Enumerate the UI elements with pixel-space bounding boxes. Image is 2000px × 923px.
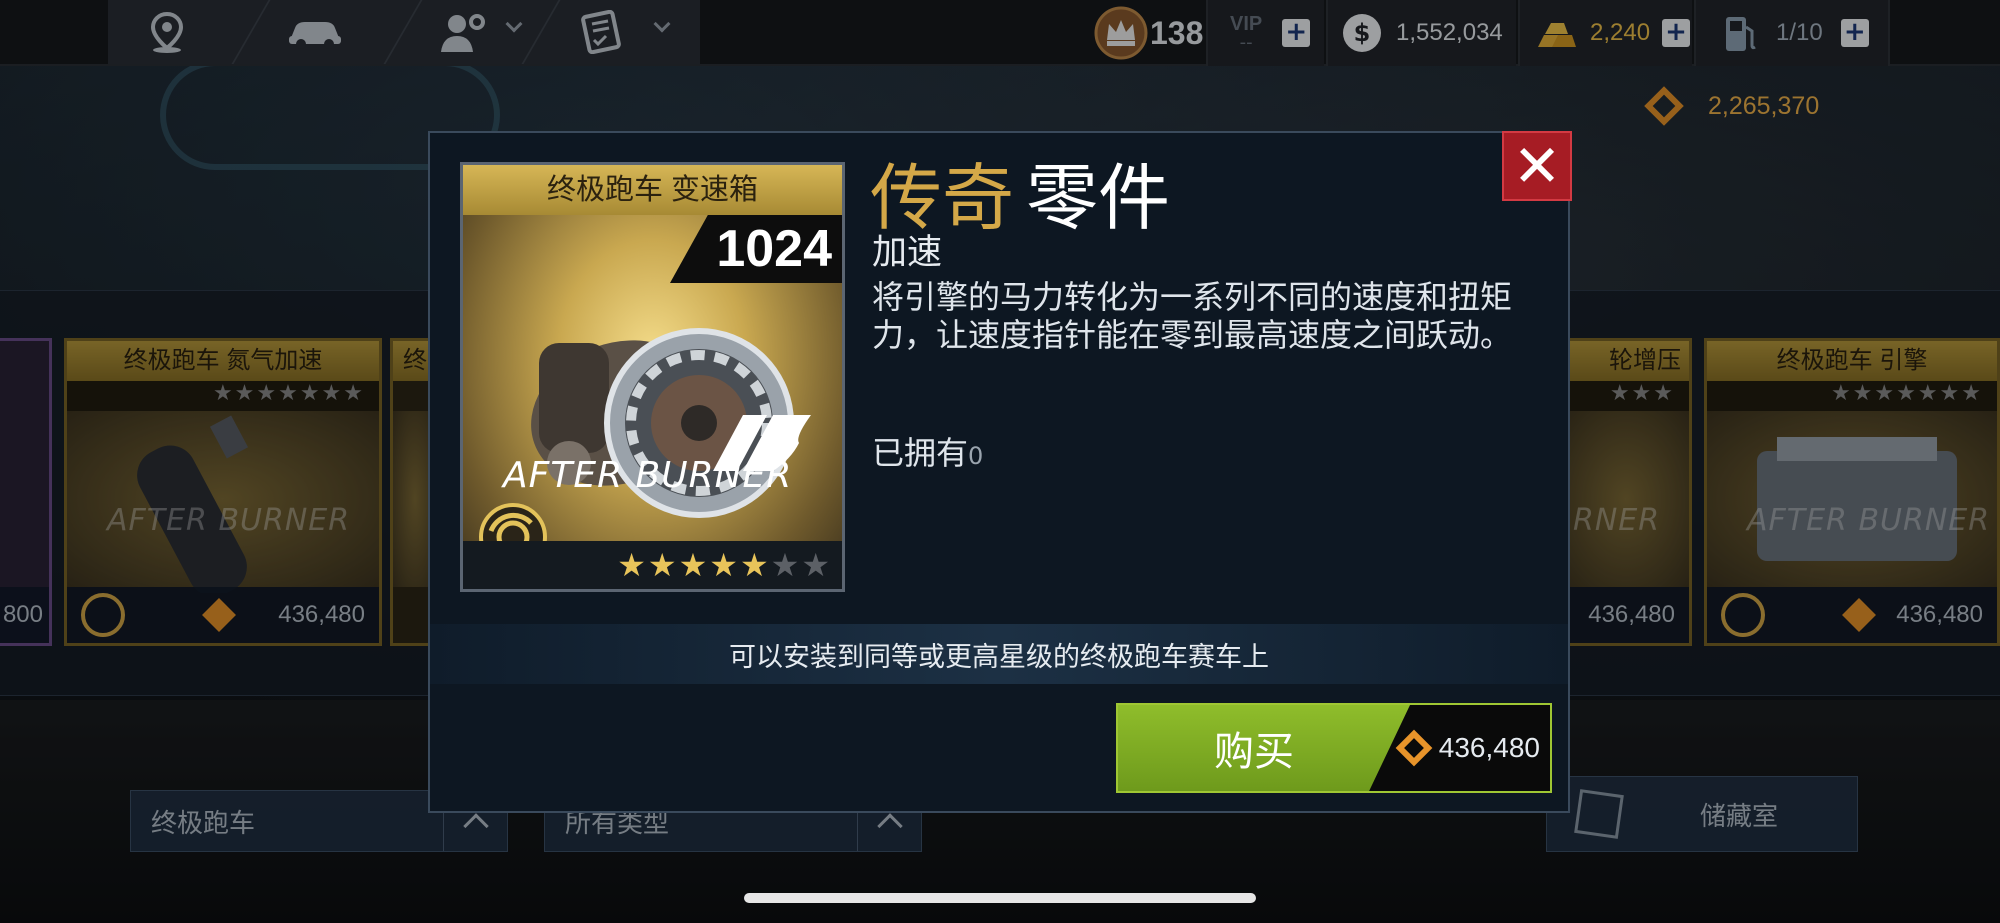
- star-filled-icon: ★: [617, 546, 648, 584]
- compatibility-note: 可以安装到同等或更高星级的终极跑车赛车上: [430, 624, 1568, 684]
- star-empty-icon: ★: [770, 546, 802, 584]
- home-indicator[interactable]: [744, 893, 1256, 903]
- star-filled-icon: ★: [739, 546, 771, 584]
- part-card-title: 终极跑车 变速箱: [463, 165, 842, 215]
- part-stat: 加速: [872, 233, 943, 273]
- star-empty-icon: ★: [801, 546, 832, 584]
- close-icon: ✕: [1512, 132, 1562, 200]
- star-rating: ★★★★★★★: [617, 546, 832, 584]
- buy-button[interactable]: 购买 436,480: [1116, 703, 1552, 793]
- star-filled-icon: ★: [678, 546, 710, 584]
- part-preview-card: 终极跑车 变速箱 1024 AFTER BURNER ★★★★★★★: [460, 162, 845, 592]
- owned-count: 已拥有0: [872, 428, 983, 474]
- afterburner-logo-text: AFTER BURNER: [503, 455, 793, 496]
- buy-price: 436,480: [1395, 705, 1540, 791]
- star-filled-icon: ★: [647, 546, 679, 584]
- parts-currency-icon: [1395, 729, 1433, 767]
- owned-label: 已拥有: [872, 434, 969, 472]
- rarity-suffix: 零件: [1026, 156, 1171, 240]
- part-card-footer: ★★★★★★★: [463, 541, 842, 589]
- owned-value: 0: [968, 442, 984, 470]
- close-button[interactable]: ✕: [1502, 131, 1572, 201]
- star-filled-icon: ★: [709, 546, 740, 584]
- part-description: 将引擎的马力转化为一系列不同的速度和扭矩力，让速度指针能在零到最高速度之间跃动。: [872, 278, 1513, 354]
- buy-price-value: 436,480: [1438, 732, 1540, 763]
- buy-label: 购买: [1118, 705, 1410, 791]
